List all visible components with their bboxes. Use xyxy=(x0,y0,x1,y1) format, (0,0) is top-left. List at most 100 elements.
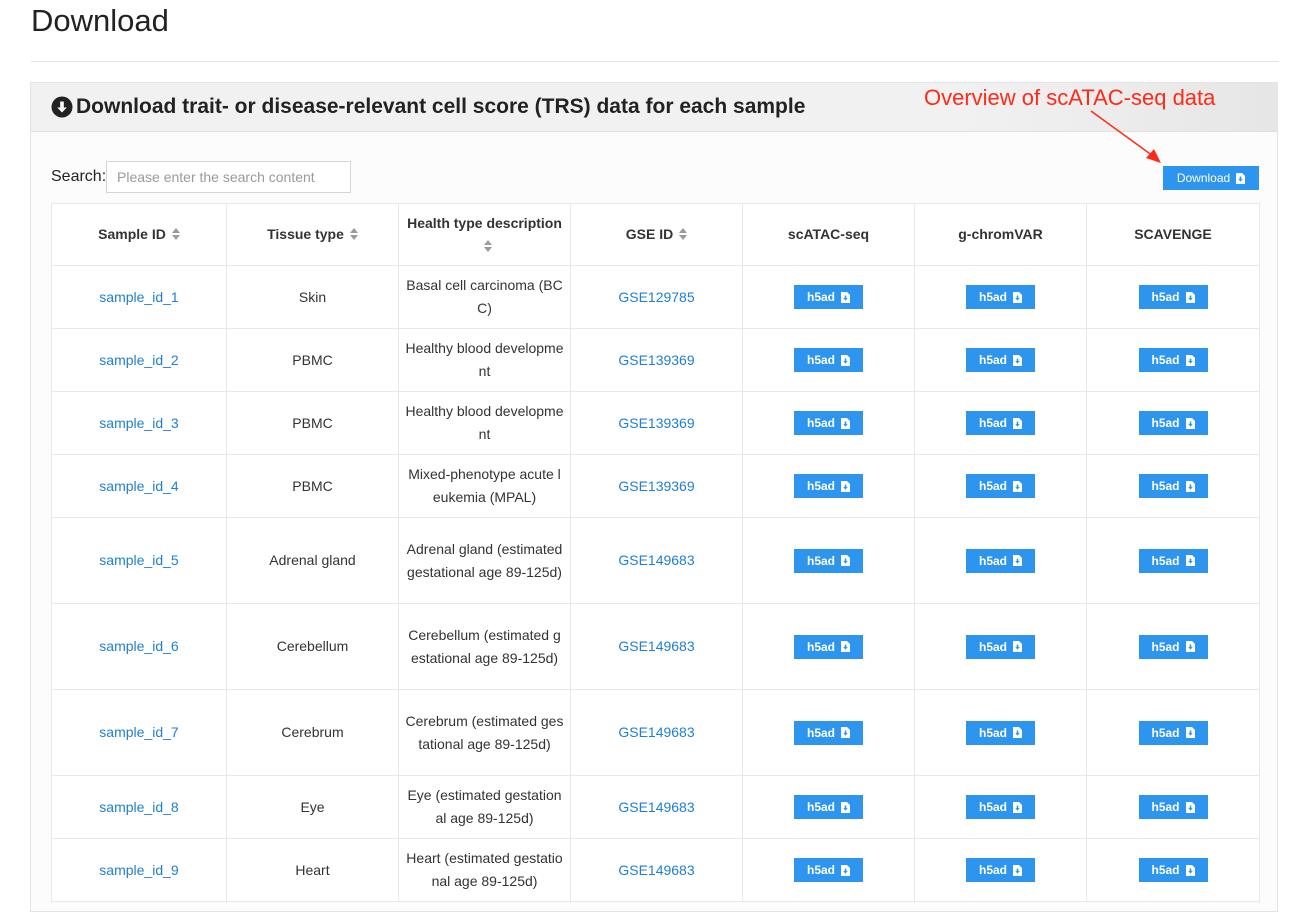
cell-tissue-type: PBMC xyxy=(226,454,399,518)
g-chromvar-h5ad-button[interactable]: h5ad xyxy=(966,548,1035,573)
file-download-icon xyxy=(1013,417,1022,429)
sample-id-link[interactable]: sample_id_1 xyxy=(99,289,178,305)
table-header-row: Sample ID Tissue type Health type descri… xyxy=(51,203,1260,266)
g-chromvar-h5ad-button[interactable]: h5ad xyxy=(966,348,1035,372)
gse-id-link[interactable]: GSE149683 xyxy=(618,638,694,654)
scatac-seq-h5ad-button[interactable]: h5ad xyxy=(794,634,863,659)
scavenge-h5ad-button[interactable]: h5ad xyxy=(1138,795,1208,819)
header-health-type[interactable]: Health type description xyxy=(398,203,571,266)
cell-scavenge: h5ad xyxy=(1086,689,1260,776)
sample-id-link[interactable]: sample_id_5 xyxy=(99,552,178,568)
cell-health-type: Healthy blood development xyxy=(398,328,571,392)
cell-scatac-seq: h5ad xyxy=(742,603,915,690)
header-gse-id[interactable]: GSE ID xyxy=(570,203,743,266)
sort-icon[interactable] xyxy=(679,228,688,240)
scavenge-h5ad-button[interactable]: h5ad xyxy=(1138,285,1208,309)
table-row: sample_id_8 Eye Eye (estimated gestational… xyxy=(51,775,1260,839)
scatac-seq-h5ad-button[interactable]: h5ad xyxy=(794,474,863,498)
g-chromvar-h5ad-button[interactable]: h5ad xyxy=(966,411,1035,435)
cell-sample-id: sample_id_7 xyxy=(51,689,227,776)
table-row: sample_id_1 Skin Basal cell carcinoma (BCC… xyxy=(51,265,1260,329)
cell-scatac-seq: h5ad xyxy=(742,775,915,839)
header-sample-id[interactable]: Sample ID xyxy=(51,203,227,266)
scavenge-h5ad-button[interactable]: h5ad xyxy=(1138,411,1208,435)
h5ad-button-label: h5ad xyxy=(1151,725,1180,740)
h5ad-button-label: h5ad xyxy=(1151,800,1180,814)
gse-id-link[interactable]: GSE139369 xyxy=(618,415,694,431)
sample-id-link[interactable]: sample_id_2 xyxy=(99,352,178,368)
table-row: sample_id_2 PBMC Healthy blood development… xyxy=(51,328,1260,392)
scavenge-h5ad-button[interactable]: h5ad xyxy=(1138,474,1208,498)
cell-sample-id: sample_id_2 xyxy=(51,328,227,392)
sort-icon[interactable] xyxy=(483,239,492,252)
scatac-seq-h5ad-button[interactable]: h5ad xyxy=(794,795,863,819)
file-download-icon xyxy=(1013,291,1022,303)
search-input[interactable] xyxy=(106,161,351,193)
scavenge-h5ad-button[interactable]: h5ad xyxy=(1138,348,1208,372)
sample-id-link[interactable]: sample_id_9 xyxy=(99,862,178,878)
cell-g-chromvar: h5ad xyxy=(914,328,1087,392)
scavenge-h5ad-button[interactable]: h5ad xyxy=(1138,720,1208,745)
sort-icon[interactable] xyxy=(171,228,180,240)
cell-health-type: Adrenal gland (estimated gestational age… xyxy=(398,517,571,604)
scatac-seq-h5ad-button[interactable]: h5ad xyxy=(794,285,863,309)
cell-tissue-type: Cerebellum xyxy=(226,603,399,690)
cell-tissue-type: PBMC xyxy=(226,391,399,455)
g-chromvar-h5ad-button[interactable]: h5ad xyxy=(966,858,1035,882)
h5ad-button-label: h5ad xyxy=(1151,863,1180,877)
scatac-seq-h5ad-button[interactable]: h5ad xyxy=(794,858,863,882)
file-download-icon xyxy=(841,801,850,813)
h5ad-button-label: h5ad xyxy=(978,800,1007,814)
cell-tissue-type: Skin xyxy=(226,265,399,329)
cell-gse-id: GSE149683 xyxy=(570,517,743,604)
g-chromvar-h5ad-button[interactable]: h5ad xyxy=(966,795,1035,819)
file-download-icon xyxy=(1185,864,1195,876)
cell-g-chromvar: h5ad xyxy=(914,603,1087,690)
cell-gse-id: GSE139369 xyxy=(570,454,743,518)
gse-id-link[interactable]: GSE149683 xyxy=(618,862,694,878)
cell-sample-id: sample_id_9 xyxy=(51,838,227,902)
scatac-seq-h5ad-button[interactable]: h5ad xyxy=(794,411,863,435)
gse-id-link[interactable]: GSE139369 xyxy=(618,352,694,368)
cell-scavenge: h5ad xyxy=(1086,603,1260,690)
gse-id-link[interactable]: GSE149683 xyxy=(618,799,694,815)
file-download-icon xyxy=(1185,354,1195,366)
gse-id-link[interactable]: GSE149683 xyxy=(618,552,694,568)
sort-icon[interactable] xyxy=(349,228,358,240)
cell-gse-id: GSE149683 xyxy=(570,689,743,776)
h5ad-button-label: h5ad xyxy=(978,725,1007,740)
scatac-seq-h5ad-button[interactable]: h5ad xyxy=(794,348,863,372)
h5ad-button-label: h5ad xyxy=(806,863,835,877)
cell-health-type: Mixed-phenotype acute leukemia (MPAL) xyxy=(398,454,571,518)
h5ad-button-label: h5ad xyxy=(978,290,1007,304)
cell-scavenge: h5ad xyxy=(1086,328,1260,392)
gse-id-link[interactable]: GSE139369 xyxy=(618,478,694,494)
scavenge-h5ad-button[interactable]: h5ad xyxy=(1138,548,1208,573)
sample-id-link[interactable]: sample_id_6 xyxy=(99,638,178,654)
file-download-icon xyxy=(1013,354,1022,366)
g-chromvar-h5ad-button[interactable]: h5ad xyxy=(966,634,1035,659)
sample-id-link[interactable]: sample_id_8 xyxy=(99,799,178,815)
header-g-chromvar: g-chromVAR xyxy=(914,203,1087,266)
h5ad-button-label: h5ad xyxy=(806,553,835,568)
sample-id-link[interactable]: sample_id_4 xyxy=(99,478,178,494)
download-button[interactable]: Download xyxy=(1163,166,1259,190)
gse-id-link[interactable]: GSE149683 xyxy=(618,724,694,740)
file-download-icon xyxy=(841,555,850,566)
h5ad-button-label: h5ad xyxy=(806,416,835,430)
scatac-seq-h5ad-button[interactable]: h5ad xyxy=(794,720,863,745)
sample-id-link[interactable]: sample_id_7 xyxy=(99,724,178,740)
header-tissue-type[interactable]: Tissue type xyxy=(226,203,399,266)
g-chromvar-h5ad-button[interactable]: h5ad xyxy=(966,474,1035,498)
cell-g-chromvar: h5ad xyxy=(914,454,1087,518)
scavenge-h5ad-button[interactable]: h5ad xyxy=(1138,858,1208,882)
g-chromvar-h5ad-button[interactable]: h5ad xyxy=(966,720,1035,745)
file-download-icon xyxy=(1013,801,1022,813)
sample-id-link[interactable]: sample_id_3 xyxy=(99,415,178,431)
scavenge-h5ad-button[interactable]: h5ad xyxy=(1138,634,1208,659)
file-download-icon xyxy=(841,864,850,876)
file-download-icon xyxy=(841,417,850,429)
gse-id-link[interactable]: GSE129785 xyxy=(618,289,694,305)
scatac-seq-h5ad-button[interactable]: h5ad xyxy=(794,548,863,573)
g-chromvar-h5ad-button[interactable]: h5ad xyxy=(966,285,1035,309)
